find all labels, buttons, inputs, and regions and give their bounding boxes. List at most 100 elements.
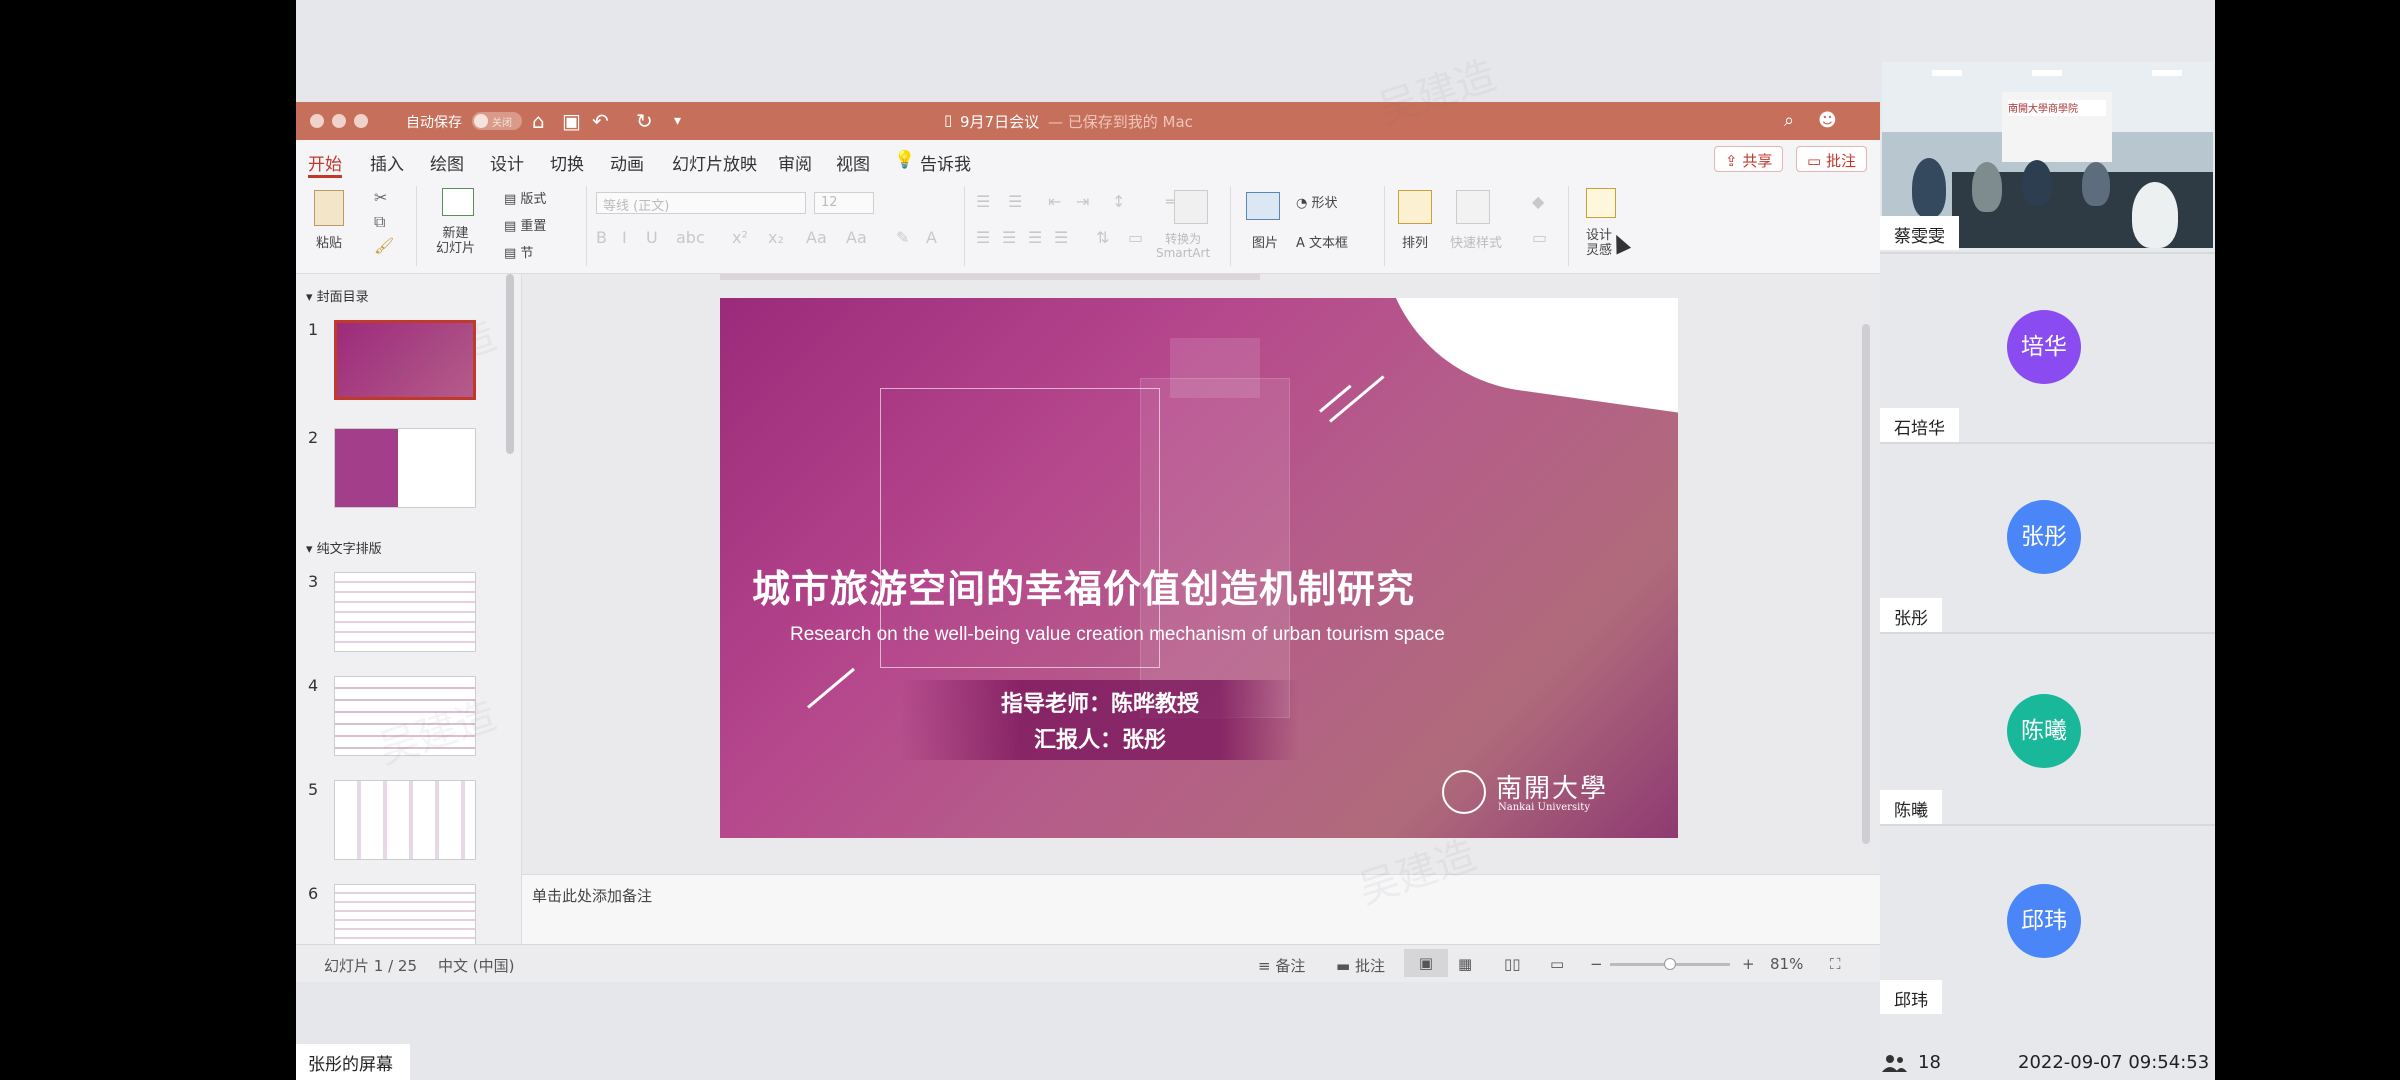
- notes-pane[interactable]: 单击此处添加备注: [522, 874, 1880, 944]
- close-window-button[interactable]: [310, 114, 324, 128]
- justify-icon[interactable]: ☰: [1054, 228, 1068, 247]
- redo-icon[interactable]: ↻: [636, 109, 653, 133]
- new-slide-button[interactable]: 新建 幻灯片: [436, 226, 475, 256]
- slide-sorter-icon[interactable]: ▦: [1458, 955, 1472, 973]
- zoom-slider-knob[interactable]: [1664, 958, 1676, 970]
- participant-avatar[interactable]: 陈曦: [2007, 694, 2081, 768]
- increase-indent-icon[interactable]: ⇥: [1076, 192, 1089, 211]
- quick-styles-icon[interactable]: [1456, 190, 1490, 224]
- tab-view[interactable]: 视图: [836, 150, 870, 175]
- format-painter-icon[interactable]: 🖌: [374, 236, 394, 255]
- designer-button[interactable]: 设计 灵感: [1586, 228, 1612, 258]
- numbering-icon[interactable]: ☰: [1008, 192, 1022, 211]
- arrange-button[interactable]: 排列: [1402, 232, 1428, 251]
- convert-smartart-button[interactable]: 转换为 SmartArt: [1156, 232, 1210, 260]
- comments-button[interactable]: ▭ 批注: [1796, 146, 1867, 172]
- zoom-window-button[interactable]: [354, 114, 368, 128]
- copy-icon[interactable]: ⧉: [374, 212, 385, 232]
- font-color-icon[interactable]: A: [926, 228, 937, 247]
- undo-icon[interactable]: ↶: [592, 109, 609, 133]
- section-button[interactable]: ▤ 节: [504, 242, 533, 261]
- share-button[interactable]: ⇪ 共享: [1714, 146, 1784, 172]
- home-icon[interactable]: ⌂: [532, 109, 545, 133]
- italic-icon[interactable]: I: [622, 228, 627, 247]
- tell-me-box[interactable]: 告诉我: [920, 150, 971, 175]
- slide-advisor[interactable]: 指导老师：陈晔教授: [900, 686, 1300, 718]
- account-icon[interactable]: ☻: [1818, 110, 1837, 131]
- participant-avatar[interactable]: 张彤: [2007, 500, 2081, 574]
- slide-thumbnail-6[interactable]: [334, 884, 476, 944]
- tab-home[interactable]: 开始: [308, 150, 342, 175]
- slide-thumbnail-2[interactable]: [334, 428, 476, 508]
- subscript-icon[interactable]: x₂: [768, 228, 784, 247]
- shape-fill-icon[interactable]: ◆: [1532, 192, 1544, 211]
- underline-icon[interactable]: U: [646, 228, 658, 247]
- paste-button[interactable]: 粘贴: [316, 232, 342, 251]
- tab-review[interactable]: 审阅: [778, 150, 812, 175]
- slide-reporter[interactable]: 汇报人：张彤: [900, 722, 1300, 754]
- slideshow-view-icon[interactable]: ▭: [1550, 955, 1564, 973]
- slide-thumbnail-1[interactable]: [334, 320, 476, 400]
- slide-subtitle[interactable]: Research on the well-being value creatio…: [790, 624, 1678, 646]
- section-header[interactable]: ▾ 封面目录: [306, 286, 369, 305]
- line-spacing-icon[interactable]: ↕: [1112, 192, 1125, 211]
- tab-slideshow[interactable]: 幻灯片放映: [672, 150, 757, 175]
- slide-thumbnail-5[interactable]: [334, 780, 476, 860]
- font-name-select[interactable]: 等线 (正文): [596, 192, 806, 214]
- minimize-window-button[interactable]: [332, 114, 346, 128]
- text-direction-icon[interactable]: ⇅: [1096, 228, 1109, 247]
- align-right-icon[interactable]: ☰: [1028, 228, 1042, 247]
- slide-thumbnail-3[interactable]: [334, 572, 476, 652]
- participant-avatar[interactable]: 邱玮: [2007, 884, 2081, 958]
- tab-transitions[interactable]: 切换: [550, 150, 584, 175]
- zoom-slider[interactable]: [1610, 958, 1730, 970]
- slide-area-scrollbar[interactable]: [1862, 324, 1870, 844]
- decrease-indent-icon[interactable]: ⇤: [1048, 192, 1061, 211]
- language-indicator[interactable]: 中文 (中国): [438, 955, 514, 976]
- shapes-button[interactable]: ◔ 形状: [1296, 192, 1338, 211]
- align-left-icon[interactable]: ☰: [976, 228, 990, 247]
- tab-animations[interactable]: 动画: [610, 150, 644, 175]
- designer-icon[interactable]: [1586, 188, 1616, 218]
- superscript-icon[interactable]: x²: [732, 228, 748, 247]
- arrange-icon[interactable]: [1398, 190, 1432, 224]
- normal-view-icon[interactable]: ▣: [1404, 949, 1448, 977]
- tab-draw[interactable]: 绘图: [430, 150, 464, 175]
- highlight-icon[interactable]: ✎: [896, 228, 909, 247]
- clipboard-icon[interactable]: [314, 190, 344, 226]
- strikethrough-icon[interactable]: abc: [676, 228, 705, 247]
- participants-icon[interactable]: [1880, 1054, 1908, 1072]
- smartart-icon[interactable]: [1174, 190, 1208, 224]
- save-icon[interactable]: ▣: [562, 109, 581, 133]
- customize-toolbar-icon[interactable]: ▾: [674, 113, 681, 129]
- current-slide[interactable]: 城市旅游空间的幸福价值创造机制研究 Research on the well-b…: [720, 298, 1678, 838]
- align-center-icon[interactable]: ☰: [1002, 228, 1016, 247]
- bold-icon[interactable]: B: [596, 228, 607, 247]
- zoom-percentage[interactable]: 81%: [1770, 955, 1803, 973]
- layout-button[interactable]: ▤ 版式: [504, 188, 546, 207]
- bullets-icon[interactable]: ☰: [976, 192, 990, 211]
- search-icon[interactable]: ⌕: [1784, 110, 1794, 131]
- reading-view-icon[interactable]: ▯▯: [1504, 955, 1521, 973]
- tab-insert[interactable]: 插入: [370, 150, 404, 175]
- font-size-select[interactable]: 12: [814, 192, 874, 214]
- clear-format-icon[interactable]: Aa: [846, 228, 867, 247]
- picture-button[interactable]: 图片: [1252, 232, 1278, 251]
- participant-avatar[interactable]: 培华: [2007, 310, 2081, 384]
- zoom-in-icon[interactable]: +: [1742, 955, 1755, 973]
- quick-styles-button[interactable]: 快速样式: [1450, 232, 1502, 251]
- picture-icon[interactable]: [1246, 192, 1280, 220]
- comments-toggle[interactable]: ▬ 批注: [1336, 955, 1385, 976]
- reset-button[interactable]: ▤ 重置: [504, 215, 546, 234]
- slide-thumbnail-4[interactable]: [334, 676, 476, 756]
- cut-icon[interactable]: ✂: [374, 188, 387, 207]
- fit-to-window-icon[interactable]: ⛶: [1830, 955, 1841, 973]
- new-slide-icon[interactable]: [442, 188, 474, 216]
- autosave-toggle[interactable]: 关闭: [472, 112, 522, 130]
- align-text-icon[interactable]: ▭: [1128, 228, 1143, 247]
- shape-outline-icon[interactable]: ▭: [1532, 228, 1547, 247]
- tab-design[interactable]: 设计: [490, 150, 524, 175]
- notes-toggle[interactable]: ≡ 备注: [1258, 955, 1305, 976]
- zoom-out-icon[interactable]: −: [1590, 955, 1603, 973]
- change-case-icon[interactable]: Aa: [806, 228, 827, 247]
